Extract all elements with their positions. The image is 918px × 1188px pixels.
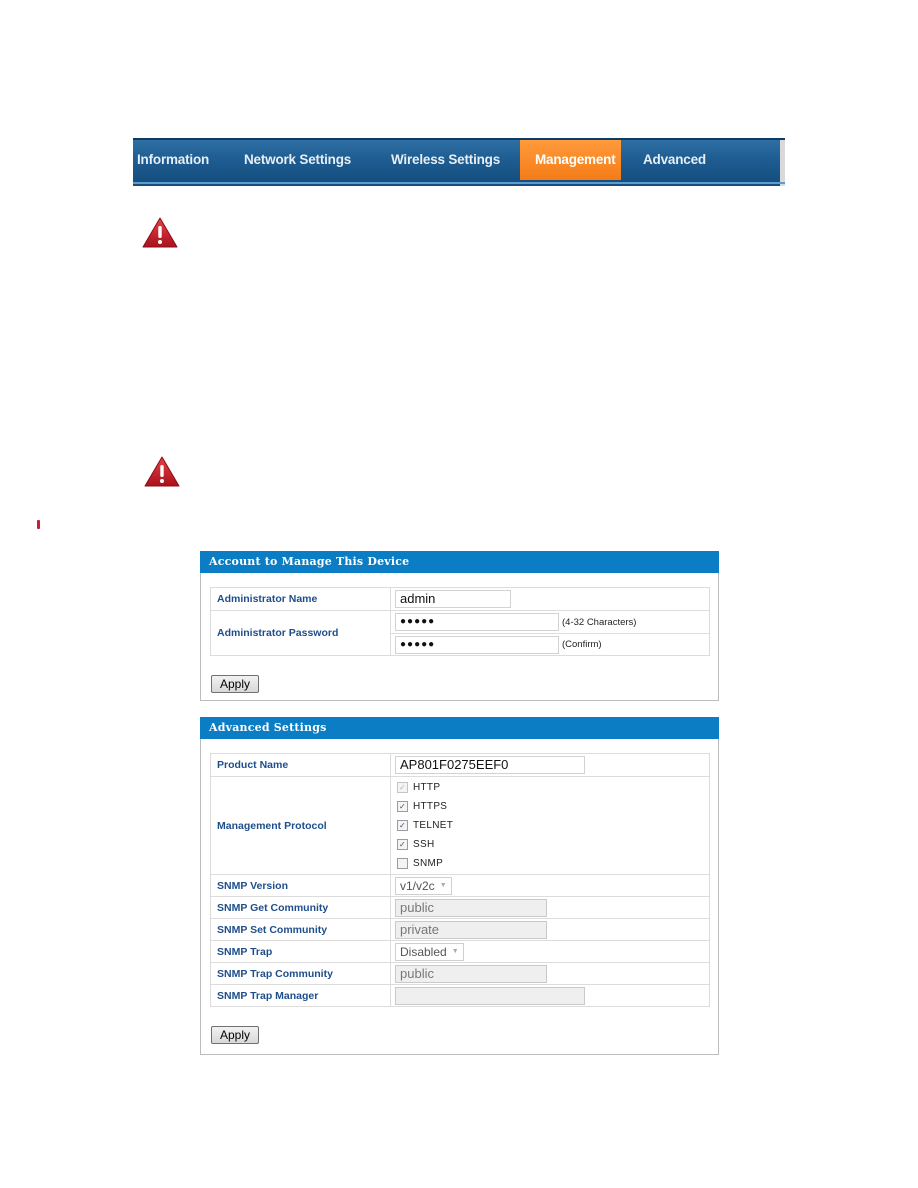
protocol-http-option: ✓ HTTP — [391, 778, 709, 797]
advanced-settings-panel: Advanced Settings Product Name AP801F027… — [200, 717, 719, 1055]
password-length-hint: (4-32 Characters) — [562, 616, 637, 628]
snmp-trap-community-input[interactable]: public — [395, 964, 547, 983]
snmp-trap-value: Disabled — [400, 944, 447, 959]
snmp-get-community-input[interactable]: public — [395, 898, 547, 917]
protocol-https-checkbox[interactable]: ✓ — [397, 801, 408, 812]
snmp-set-community-label: SNMP Set Community — [210, 918, 391, 941]
protocol-telnet-option: ✓ TELNET — [391, 816, 709, 835]
protocol-ssh-label: SSH — [413, 839, 435, 850]
admin-name-input[interactable]: admin — [395, 590, 511, 608]
protocol-snmp-checkbox[interactable] — [397, 858, 408, 869]
confirm-password-hint: (Confirm) — [562, 639, 602, 650]
snmp-trap-manager-label: SNMP Trap Manager — [210, 984, 391, 1007]
snmp-get-community-label: SNMP Get Community — [210, 896, 391, 919]
advanced-panel-title: Advanced Settings — [200, 717, 719, 739]
confirm-password-input[interactable]: ●●●●● — [395, 635, 559, 654]
snmp-version-select[interactable]: v1/v2c ▼ — [395, 876, 452, 895]
snmp-set-community-input[interactable]: private — [395, 920, 547, 939]
protocol-http-label: HTTP — [413, 782, 441, 793]
snmp-trap-manager-input[interactable] — [395, 986, 585, 1005]
protocol-telnet-label: TELNET — [413, 820, 454, 831]
warning-triangle-icon — [142, 217, 178, 248]
protocol-https-option: ✓ HTTPS — [391, 797, 709, 816]
chevron-down-icon: ▼ — [451, 948, 459, 956]
bullet-marker — [37, 520, 40, 529]
nav-tab-network-settings[interactable]: Network Settings — [240, 140, 355, 180]
chevron-down-icon: ▼ — [439, 882, 447, 890]
account-panel-title: Account to Manage This Device — [200, 551, 719, 573]
snmp-trap-select[interactable]: Disabled ▼ — [395, 942, 464, 961]
protocol-ssh-option: ✓ SSH — [391, 835, 709, 854]
account-panel: Account to Manage This Device Administra… — [200, 551, 719, 701]
snmp-trap-community-label: SNMP Trap Community — [210, 962, 391, 985]
protocol-snmp-option: SNMP — [391, 854, 709, 873]
advanced-apply-button[interactable]: Apply — [211, 1026, 259, 1044]
admin-password-label: Administrator Password — [210, 610, 391, 656]
account-form-table: Administrator Name admin Administrator P… — [210, 587, 710, 656]
protocol-snmp-label: SNMP — [413, 858, 444, 869]
admin-name-label: Administrator Name — [210, 587, 391, 611]
snmp-version-label: SNMP Version — [210, 874, 391, 897]
protocol-http-checkbox[interactable]: ✓ — [397, 782, 408, 793]
protocol-https-label: HTTPS — [413, 801, 448, 812]
protocol-ssh-checkbox[interactable]: ✓ — [397, 839, 408, 850]
nav-tab-management[interactable]: Management — [520, 140, 621, 180]
product-name-input[interactable]: AP801F0275EEF0 — [395, 756, 585, 774]
management-protocol-label: Management Protocol — [210, 776, 391, 875]
main-nav-bar: Information Network Settings Wireless Se… — [133, 138, 785, 186]
protocol-telnet-checkbox[interactable]: ✓ — [397, 820, 408, 831]
nav-bar-edge — [780, 140, 785, 186]
advanced-form-table: Product Name AP801F0275EEF0 Management P… — [210, 753, 710, 1007]
snmp-trap-label: SNMP Trap — [210, 940, 391, 963]
product-name-label: Product Name — [210, 753, 391, 777]
admin-password-input[interactable]: ●●●●● — [395, 613, 559, 631]
nav-tab-information[interactable]: Information — [133, 140, 213, 180]
account-apply-button[interactable]: Apply — [211, 675, 259, 693]
snmp-version-value: v1/v2c — [400, 878, 435, 893]
warning-triangle-icon — [144, 456, 180, 487]
nav-tab-advanced[interactable]: Advanced — [639, 140, 710, 180]
nav-tab-wireless-settings[interactable]: Wireless Settings — [387, 140, 504, 180]
